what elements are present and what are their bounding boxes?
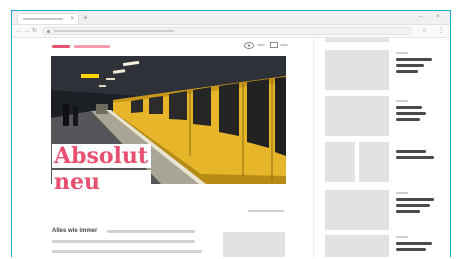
teaser-kicker bbox=[396, 52, 408, 54]
new-tab-button[interactable]: + bbox=[83, 12, 88, 23]
close-window-button[interactable]: × bbox=[436, 11, 440, 23]
back-arrow-icon[interactable]: ← bbox=[16, 25, 22, 37]
teaser-image[interactable] bbox=[359, 142, 389, 182]
text-line bbox=[52, 250, 202, 253]
image-caption-placeholder bbox=[248, 210, 284, 212]
url-field[interactable] bbox=[42, 27, 412, 35]
eye-icon[interactable] bbox=[244, 42, 254, 49]
bookmark-star-icon[interactable]: ☆ bbox=[422, 25, 427, 37]
article-kicker: Alles wie immer bbox=[52, 228, 98, 234]
teaser-title-line[interactable] bbox=[396, 198, 434, 201]
teaser-image[interactable] bbox=[325, 190, 389, 230]
teaser-title-line[interactable] bbox=[396, 242, 432, 245]
tab-close-icon[interactable]: × bbox=[70, 14, 74, 24]
brand-bar-primary bbox=[52, 45, 70, 48]
teaser-title-line[interactable] bbox=[396, 248, 426, 251]
teaser-image[interactable] bbox=[325, 235, 389, 257]
tab-title-placeholder bbox=[23, 18, 63, 20]
page-content: Absolut neu Alles wie immer bbox=[12, 38, 450, 257]
teaser-title-line[interactable] bbox=[396, 112, 426, 115]
teaser-title-line[interactable] bbox=[396, 210, 420, 213]
teaser-title-line[interactable] bbox=[396, 58, 432, 61]
comment-icon[interactable] bbox=[270, 42, 278, 49]
teaser-title-line[interactable] bbox=[396, 204, 430, 207]
headline-line-1: Absolut bbox=[52, 144, 152, 168]
text-line bbox=[52, 240, 195, 243]
article-headline[interactable]: Absolut neu bbox=[52, 144, 152, 196]
teaser-image-placeholder bbox=[325, 38, 389, 42]
teaser-image[interactable] bbox=[325, 96, 389, 136]
text-line bbox=[107, 230, 195, 233]
headline-line-2: neu bbox=[52, 170, 152, 194]
minimize-button[interactable]: – bbox=[419, 11, 422, 23]
brand-bar-secondary bbox=[74, 45, 110, 48]
teaser-title-line[interactable] bbox=[396, 70, 418, 73]
teaser-kicker bbox=[396, 100, 408, 102]
teaser-image[interactable] bbox=[325, 50, 389, 90]
browser-tab[interactable]: × bbox=[17, 13, 79, 24]
article-column: Absolut neu Alles wie immer bbox=[12, 38, 312, 257]
icon-label-placeholder bbox=[280, 44, 288, 46]
title-bar: × + – × bbox=[12, 11, 450, 25]
teaser-kicker bbox=[396, 236, 408, 238]
teaser-title-line[interactable] bbox=[396, 118, 420, 121]
teaser-title-line[interactable] bbox=[396, 156, 434, 159]
address-bar-row: ← → ↻ ☆ ⋮ bbox=[12, 25, 450, 38]
teaser-title-line[interactable] bbox=[396, 64, 424, 67]
url-text-placeholder bbox=[54, 30, 174, 32]
teaser-kicker bbox=[396, 192, 408, 194]
sidebar-column bbox=[314, 38, 450, 257]
teaser-title-line[interactable] bbox=[396, 106, 422, 109]
teaser-image[interactable] bbox=[325, 142, 355, 182]
browser-menu-icon[interactable]: ⋮ bbox=[438, 25, 444, 37]
browser-window: × + – × ← → ↻ ☆ ⋮ Absolut neu Alles wie … bbox=[11, 10, 451, 257]
forward-arrow-icon[interactable]: → bbox=[24, 25, 30, 37]
teaser-title-line[interactable] bbox=[396, 150, 426, 153]
teaser-image-placeholder bbox=[223, 232, 285, 257]
reload-icon[interactable]: ↻ bbox=[32, 25, 37, 37]
lock-icon bbox=[47, 30, 50, 33]
icon-label-placeholder bbox=[257, 44, 265, 46]
